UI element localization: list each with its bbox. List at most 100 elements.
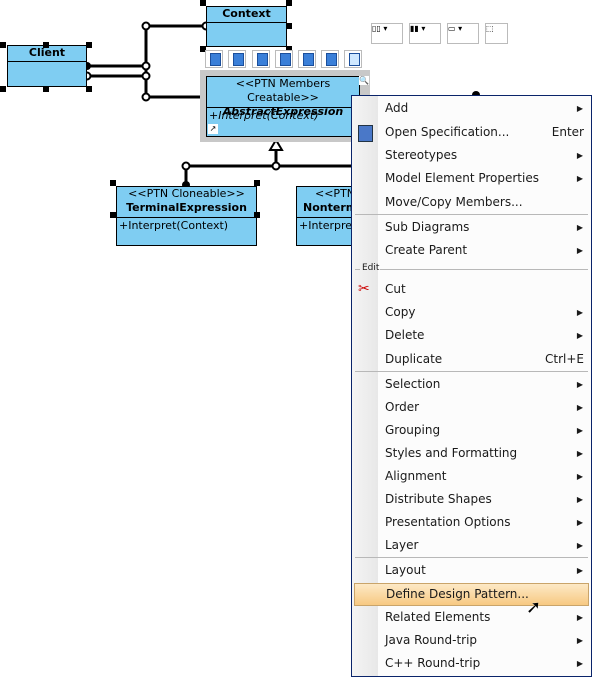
menu-item-distribute-shapes[interactable]: Distribute Shapes ▶ <box>352 488 591 511</box>
menu-item-label: Define Design Pattern... <box>386 587 529 601</box>
submenu-arrow-icon: ▶ <box>576 308 583 317</box>
menu-item-cut[interactable]: Cut ✂ <box>352 278 591 301</box>
menu-item-layer[interactable]: Layer ▶ <box>352 534 591 557</box>
submenu-arrow-icon: ▶ <box>576 223 583 232</box>
submenu-arrow-icon: ▶ <box>576 495 583 504</box>
class-header: <<PTN Cloneable>> TerminalExpression <box>117 187 256 218</box>
class-context[interactable]: Context <box>206 6 287 47</box>
class-terminal-expression[interactable]: <<PTN Cloneable>> TerminalExpression +In… <box>116 186 257 246</box>
menu-item-related-elements[interactable]: Related Elements ▶ <box>352 606 591 629</box>
menu-item-label: Copy <box>385 305 416 319</box>
component-tool-icon[interactable] <box>344 50 362 68</box>
menu-separator <box>355 557 588 558</box>
menu-item-label: Move/Copy Members... <box>385 195 523 209</box>
association-tool-icon[interactable] <box>205 50 223 68</box>
submenu-arrow-icon: ▶ <box>576 541 583 550</box>
handle[interactable] <box>110 180 116 186</box>
class-name: Client <box>8 46 86 62</box>
menu-item-label: Java Round-trip <box>385 633 478 647</box>
note-tool-icon[interactable] <box>321 50 339 68</box>
menu-item-label: Alignment <box>385 469 447 483</box>
submenu-arrow-icon: ▶ <box>576 104 583 113</box>
zoom-icon[interactable]: 🔍 <box>359 76 369 85</box>
submenu-arrow-icon: ▶ <box>576 449 583 458</box>
distribute-dropdown-button[interactable]: ▮▮ ▾ <box>409 23 441 44</box>
handle[interactable] <box>86 42 92 48</box>
menu-item-label: Delete <box>385 328 425 342</box>
operation: +Interpret(Context) <box>119 219 229 232</box>
menu-group-edit: Edit <box>352 263 591 277</box>
containment-tool-icon[interactable] <box>228 50 246 68</box>
submenu-arrow-icon: ▶ <box>576 174 583 183</box>
generalization-tool-icon[interactable] <box>275 50 293 68</box>
menu-item-label: Open Specification... <box>385 125 510 139</box>
menu-item-move-copy-members[interactable]: Move/Copy Members... <box>352 191 591 214</box>
realization-tool-icon[interactable] <box>298 50 316 68</box>
menu-item-create-parent[interactable]: Create Parent ▶ <box>352 239 591 262</box>
menu-item-label: Presentation Options <box>385 515 511 529</box>
class-abstract-expression[interactable]: <<PTN Members Creatable>> AbstractExpres… <box>206 76 360 137</box>
class-client[interactable]: Client <box>7 45 87 87</box>
menu-item-presentation-options[interactable]: Presentation Options ▶ <box>352 511 591 534</box>
handle[interactable] <box>43 42 49 48</box>
menu-item-label: Distribute Shapes <box>385 492 492 506</box>
submenu-arrow-icon: ▶ <box>576 380 583 389</box>
handle[interactable] <box>254 180 260 186</box>
class-header: <<PTN Members Creatable>> AbstractExpres… <box>207 77 359 118</box>
scissors-icon: ✂ <box>358 281 370 297</box>
menu-item-stereotypes[interactable]: Stereotypes ▶ <box>352 144 591 167</box>
submenu-arrow-icon: ▶ <box>576 566 583 575</box>
handle[interactable] <box>86 86 92 92</box>
menu-item-grouping[interactable]: Grouping ▶ <box>352 419 591 442</box>
handle[interactable] <box>200 0 206 6</box>
menu-item-open-specification[interactable]: Open Specification... Enter <box>352 121 591 144</box>
mouse-cursor-icon: ➚ <box>526 597 542 618</box>
menu-item-define-design-pattern[interactable]: Define Design Pattern... <box>354 583 589 606</box>
menu-item-order[interactable]: Order ▶ <box>352 396 591 419</box>
submenu-arrow-icon: ▶ <box>576 331 583 340</box>
shortcut-arrow-icon[interactable]: ↗ <box>208 124 218 134</box>
class-name: Context <box>207 7 286 23</box>
submenu-arrow-icon: ▶ <box>576 246 583 255</box>
handle[interactable] <box>286 23 292 29</box>
group-select-button[interactable]: ⬚ <box>485 23 508 44</box>
submenu-arrow-icon: ▶ <box>576 472 583 481</box>
submenu-arrow-icon: ▶ <box>576 613 583 622</box>
menu-item-label: Sub Diagrams <box>385 220 470 234</box>
stereotype: <<PTN Members Creatable>> <box>235 77 331 104</box>
menu-item-label: Stereotypes <box>385 148 458 162</box>
menu-item-styles-and-formatting[interactable]: Styles and Formatting ▶ <box>352 442 591 465</box>
size-dropdown-button[interactable]: ▭ ▾ <box>447 23 479 44</box>
menu-item-alignment[interactable]: Alignment ▶ <box>352 465 591 488</box>
align-dropdown-button[interactable]: ▯▯ ▾ <box>371 23 403 44</box>
handle[interactable] <box>43 86 49 92</box>
menu-item-java-round-trip[interactable]: Java Round-trip ▶ <box>352 629 591 652</box>
submenu-arrow-icon: ▶ <box>576 636 583 645</box>
menu-item-duplicate[interactable]: Duplicate Ctrl+E <box>352 348 591 371</box>
submenu-arrow-icon: ▶ <box>576 426 583 435</box>
menu-item-model-element-properties[interactable]: Model Element Properties ▶ <box>352 167 591 190</box>
handle[interactable] <box>110 212 116 218</box>
dependency-tool-icon[interactable] <box>252 50 270 68</box>
menu-item-selection[interactable]: Selection ▶ <box>352 373 591 396</box>
submenu-arrow-icon: ▶ <box>576 518 583 527</box>
menu-item-label: C++ Round-trip <box>385 656 481 670</box>
handle[interactable] <box>286 0 292 6</box>
handle[interactable] <box>0 86 6 92</box>
menu-item-layout[interactable]: Layout ▶ <box>352 559 591 582</box>
menu-item-shortcut: Ctrl+E <box>545 352 584 366</box>
class-name: TerminalExpression <box>126 201 247 214</box>
handle[interactable] <box>0 42 6 48</box>
menu-item-add[interactable]: Add ▶ <box>352 97 591 120</box>
menu-item-delete[interactable]: Delete ▶ <box>352 324 591 347</box>
specification-icon <box>358 125 373 142</box>
menu-item-shortcut: Enter <box>551 125 584 139</box>
menu-item-copy[interactable]: Copy ▶ <box>352 301 591 324</box>
menu-item-sub-diagrams[interactable]: Sub Diagrams ▶ <box>352 216 591 239</box>
menu-item-label: Add <box>385 101 409 115</box>
menu-item-label: Layer <box>385 538 419 552</box>
menu-item-label: Cut <box>385 282 406 296</box>
handle[interactable] <box>254 212 260 218</box>
submenu-arrow-icon: ▶ <box>576 403 583 412</box>
menu-item-c-round-trip[interactable]: C++ Round-trip ▶ <box>352 652 591 675</box>
